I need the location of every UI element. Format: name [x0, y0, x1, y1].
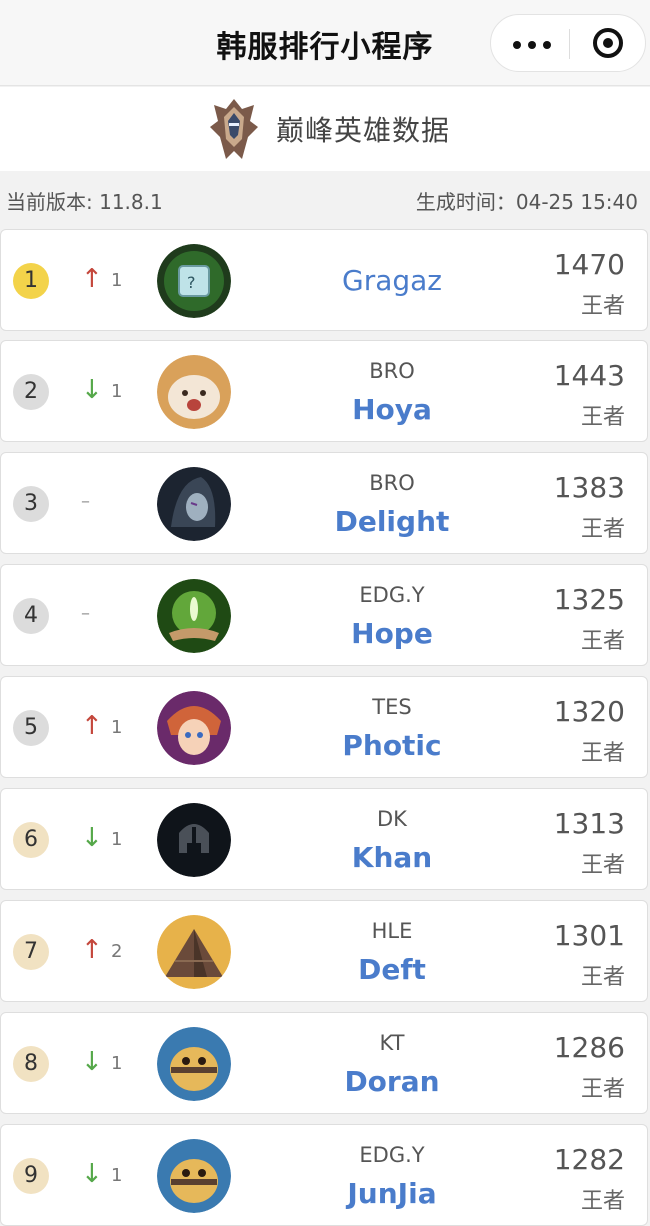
tier-label: 王者: [580, 405, 625, 430]
player-name[interactable]: Doran: [292, 1065, 492, 1098]
trend-up-icon: ↑: [81, 264, 103, 294]
tier-label: 王者: [580, 965, 625, 990]
player-name[interactable]: Hoya: [292, 393, 492, 426]
team-name: KT: [379, 1031, 405, 1055]
trend-down-icon: ↓: [81, 1159, 103, 1189]
player-name[interactable]: Photic: [292, 729, 492, 762]
tier-label: 王者: [580, 629, 625, 654]
ranking-row[interactable]: 5 ↑ 1 TES Photic 1320 王者: [0, 676, 648, 778]
mystery-box-avatar: ?: [157, 244, 231, 318]
ranking-row[interactable]: 1 ↑ 1 ? Gragaz 1470 王者: [0, 229, 648, 331]
tier-label: 王者: [580, 1189, 625, 1214]
ranking-row[interactable]: 4 – EDG.Y Hope 1325 王者: [0, 564, 648, 666]
ranking-row[interactable]: 8 ↓ 1 KT Doran 1286 王者: [0, 1012, 648, 1114]
player-name[interactable]: Deft: [292, 953, 492, 986]
score-value: 1301: [553, 919, 625, 952]
trend-up-icon: ↑: [81, 935, 103, 965]
meta-bar: 当前版本: 11.8.1 生成时间：04-25 15:40: [0, 171, 650, 229]
svg-text:?: ?: [187, 273, 196, 292]
tier-label: 王者: [580, 517, 625, 542]
score-value: 1320: [553, 695, 625, 728]
bee-mascot-avatar: [157, 1027, 231, 1101]
trend-value: 1: [111, 717, 123, 738]
tier-label: 王者: [580, 741, 625, 766]
tier-label: 王者: [580, 853, 625, 878]
ranking-row[interactable]: 9 ↓ 1 EDG.Y JunJia 1282 王者: [0, 1124, 648, 1226]
trend-down-icon: ↓: [81, 823, 103, 853]
pyramid-avatar: [157, 915, 231, 989]
section-header: 巅峰英雄数据: [0, 87, 650, 171]
team-name: BRO: [369, 359, 415, 383]
rank-badge: 9: [13, 1158, 49, 1194]
miniprogram-capsule: [490, 14, 646, 72]
bee-mascot-avatar: [157, 1139, 231, 1213]
ranking-row[interactable]: 3 – BRO Delight 1383 王者: [0, 452, 648, 554]
ranking-row[interactable]: 7 ↑ 2 HLE Deft 1301 王者: [0, 900, 648, 1002]
player-name[interactable]: Gragaz: [292, 264, 492, 297]
team-name: EDG.Y: [359, 583, 425, 607]
trend-none-icon: –: [81, 603, 90, 624]
trend-up-icon: ↑: [81, 711, 103, 741]
score-value: 1443: [553, 359, 625, 392]
trend-down-icon: ↓: [81, 375, 103, 405]
player-name[interactable]: JunJia: [292, 1177, 492, 1210]
spirit-hand-avatar: [157, 579, 231, 653]
section-title: 巅峰英雄数据: [276, 114, 451, 147]
score-value: 1286: [553, 1031, 625, 1064]
trend-value: 1: [111, 381, 123, 402]
challenger-emblem-icon: [210, 99, 258, 159]
rank-badge: 2: [13, 374, 49, 410]
team-name: HLE: [371, 919, 413, 943]
team-name: TES: [372, 695, 412, 719]
navbar: 韩服排行小程序: [0, 0, 650, 86]
helmet-avatar: [157, 803, 231, 877]
rank-badge: 1: [13, 263, 49, 299]
poro-avatar: [157, 355, 231, 429]
capsule-divider: [569, 29, 570, 59]
player-name[interactable]: Khan: [292, 841, 492, 874]
version-label: 当前版本: 11.8.1: [6, 190, 163, 214]
score-value: 1282: [553, 1143, 625, 1176]
trend-value: 1: [111, 1165, 123, 1186]
ranking-row[interactable]: 2 ↓ 1 BRO Hoya 1443 王者: [0, 340, 648, 442]
team-name: EDG.Y: [359, 1143, 425, 1167]
tier-label: 王者: [580, 294, 625, 319]
trend-down-icon: ↓: [81, 1047, 103, 1077]
rank-badge: 7: [13, 934, 49, 970]
rank-badge: 6: [13, 822, 49, 858]
team-name: DK: [377, 807, 407, 831]
score-value: 1383: [553, 471, 625, 504]
score-value: 1313: [553, 807, 625, 840]
ranking-row[interactable]: 6 ↓ 1 DK Khan 1313 王者: [0, 788, 648, 890]
rank-badge: 4: [13, 598, 49, 634]
player-name[interactable]: Hope: [292, 617, 492, 650]
more-dots-icon[interactable]: [513, 41, 551, 49]
score-value: 1325: [553, 583, 625, 616]
close-miniprogram-icon[interactable]: [593, 28, 623, 58]
jester-girl-avatar: [157, 691, 231, 765]
team-name: BRO: [369, 471, 415, 495]
rank-badge: 8: [13, 1046, 49, 1082]
trend-none-icon: –: [81, 491, 90, 512]
generated-time-label: 生成时间：04-25 15:40: [415, 190, 638, 214]
player-name[interactable]: Delight: [292, 505, 492, 538]
rank-badge: 3: [13, 486, 49, 522]
dark-hood-avatar: [157, 467, 231, 541]
trend-value: 2: [111, 941, 123, 962]
rank-badge: 5: [13, 710, 49, 746]
trend-value: 1: [111, 1053, 123, 1074]
score-value: 1470: [553, 248, 625, 281]
trend-value: 1: [111, 270, 123, 291]
tier-label: 王者: [580, 1077, 625, 1102]
trend-value: 1: [111, 829, 123, 850]
